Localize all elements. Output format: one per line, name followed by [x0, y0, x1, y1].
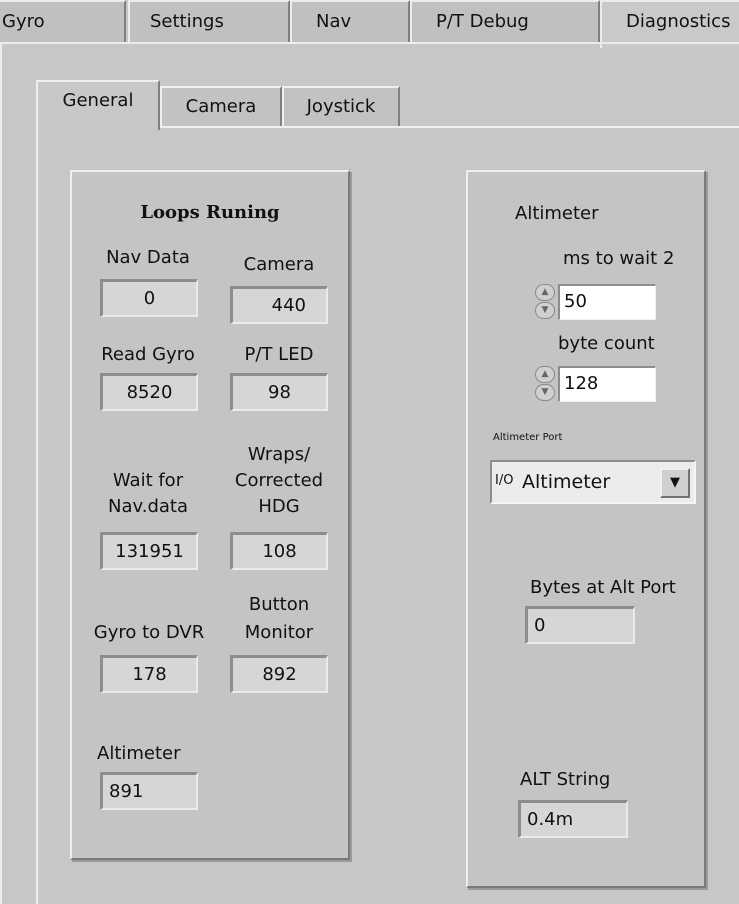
- tab-joystick[interactable]: Joystick: [282, 86, 400, 128]
- bytes-at-port-indicator: 0: [525, 606, 635, 644]
- tab-camera[interactable]: Camera: [160, 86, 282, 128]
- tab-gyro[interactable]: Gyro: [0, 0, 126, 42]
- button-monitor-label-line2: Monitor: [244, 622, 314, 643]
- tab-general-label: General: [62, 90, 134, 111]
- io-resource-icon: I/O: [495, 473, 514, 488]
- tab-pt-debug-label: P/T Debug: [436, 11, 529, 32]
- pt-led-label: P/T LED: [244, 344, 314, 365]
- tab-diagnostics[interactable]: Diagnostics: [600, 0, 739, 48]
- wraps-label-line1: Wraps/: [247, 444, 311, 465]
- decrement-arrow-icon[interactable]: ▼: [535, 384, 555, 401]
- outer-tab-panel-left-edge: [0, 42, 2, 904]
- altimeter-title: Altimeter: [515, 203, 599, 224]
- altimeter-port-label: Altimeter Port: [493, 432, 563, 443]
- loops-running-title: Loops Runing: [140, 202, 280, 223]
- tab-nav[interactable]: Nav: [290, 0, 410, 42]
- wraps-label-line3: HDG: [258, 496, 300, 517]
- wait-nav-label-line1: Wait for: [112, 470, 184, 491]
- wait-nav-label-line2: Nav.data: [107, 496, 188, 517]
- tab-diagnostics-label: Diagnostics: [626, 11, 731, 32]
- camera-label: Camera: [243, 254, 315, 275]
- tab-settings[interactable]: Settings: [128, 0, 290, 42]
- tab-joystick-label: Joystick: [306, 96, 376, 117]
- increment-arrow-icon[interactable]: ▲: [535, 366, 555, 383]
- dropdown-arrow-icon[interactable]: ▼: [660, 468, 690, 498]
- byte-count-label: byte count: [558, 333, 655, 354]
- tab-nav-label: Nav: [316, 11, 352, 32]
- wraps-label-line2: Corrected: [234, 470, 324, 491]
- tab-pt-debug[interactable]: P/T Debug: [410, 0, 600, 42]
- gyro-dvr-indicator: 178: [100, 655, 198, 693]
- altimeter-port-select[interactable]: I/O Altimeter ▼: [490, 460, 696, 504]
- alt-string-indicator: 0.4m: [518, 800, 628, 838]
- nav-data-label: Nav Data: [106, 247, 190, 268]
- button-monitor-label-line1: Button: [248, 594, 310, 615]
- button-monitor-indicator: 892: [230, 655, 328, 693]
- nav-data-indicator: 0: [100, 279, 198, 317]
- wraps-indicator: 108: [230, 532, 328, 570]
- ms-wait-spinner[interactable]: ▲ ▼: [535, 284, 557, 320]
- camera-indicator: 440: [230, 286, 328, 324]
- tab-camera-label: Camera: [185, 96, 257, 117]
- alt-string-label: ALT String: [520, 769, 611, 790]
- tab-gyro-label: Gyro: [2, 11, 45, 32]
- increment-arrow-icon[interactable]: ▲: [535, 284, 555, 301]
- wait-nav-indicator: 131951: [100, 532, 198, 570]
- read-gyro-label: Read Gyro: [101, 344, 195, 365]
- read-gyro-indicator: 8520: [100, 373, 198, 411]
- tab-settings-label: Settings: [150, 11, 224, 32]
- altimeter-port-value: Altimeter: [522, 471, 611, 493]
- ms-wait-input[interactable]: 50: [558, 284, 656, 320]
- decrement-arrow-icon[interactable]: ▼: [535, 302, 555, 319]
- byte-count-input[interactable]: 128: [558, 366, 656, 402]
- bytes-at-port-label: Bytes at Alt Port: [530, 577, 676, 598]
- pt-led-indicator: 98: [230, 373, 328, 411]
- altimeter-loop-label: Altimeter: [97, 743, 181, 764]
- tab-general[interactable]: General: [36, 80, 160, 130]
- byte-count-spinner[interactable]: ▲ ▼: [535, 366, 557, 402]
- gyro-dvr-label: Gyro to DVR: [93, 622, 205, 643]
- ms-wait-label: ms to wait 2: [563, 248, 675, 269]
- altimeter-loop-indicator: 891: [100, 772, 198, 810]
